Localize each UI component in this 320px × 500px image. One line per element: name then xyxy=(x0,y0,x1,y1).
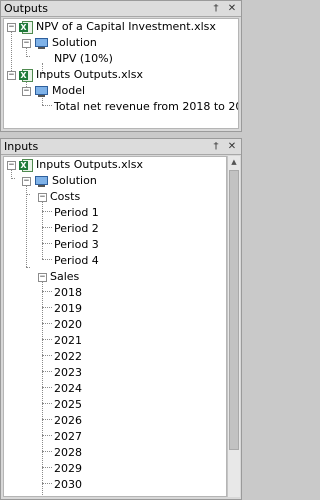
collapse-toggle-icon[interactable]: − xyxy=(38,272,47,282)
outputs-pin-icon[interactable]: † xyxy=(209,2,223,16)
tree-item-period[interactable]: Period 2 xyxy=(54,221,99,237)
tree-file-npv[interactable]: − X NPV of a Capital Investment.xlsx xyxy=(7,19,216,35)
tree-item-year[interactable]: 2023 xyxy=(54,365,82,381)
tree-item-period[interactable]: Period 1 xyxy=(54,205,99,221)
excel-file-icon: X xyxy=(19,68,33,82)
tree-item-period[interactable]: Period 4 xyxy=(54,253,99,269)
scroll-up-icon[interactable]: ▲ xyxy=(228,156,240,168)
inputs-pin-icon[interactable]: † xyxy=(209,140,223,154)
tree-file-inputs-outputs[interactable]: − X Inputs Outputs.xlsx xyxy=(7,157,143,173)
tree-item-npv[interactable]: NPV (10%) xyxy=(54,51,113,67)
inputs-tree: − X Inputs Outputs.xlsx − Solution − Cos… xyxy=(3,156,227,497)
collapse-toggle-icon[interactable]: − xyxy=(38,192,47,202)
collapse-toggle-icon[interactable]: − xyxy=(7,70,16,80)
tree-group-sales[interactable]: − Sales xyxy=(38,269,79,285)
tree-group-costs[interactable]: − Costs xyxy=(38,189,80,205)
scroll-thumb[interactable] xyxy=(229,170,239,450)
monitor-icon xyxy=(34,85,49,98)
tree-item-period[interactable]: Period 3 xyxy=(54,237,99,253)
tree-item-year[interactable]: 2025 xyxy=(54,397,82,413)
tree-item-year[interactable]: 2031 xyxy=(54,493,82,496)
collapse-toggle-icon[interactable]: − xyxy=(7,160,16,170)
tree-item-year[interactable]: 2021 xyxy=(54,333,82,349)
tree-group-model[interactable]: − Model xyxy=(22,83,85,99)
monitor-icon xyxy=(34,175,49,188)
excel-file-icon: X xyxy=(19,158,33,172)
inputs-pane: Inputs † ✕ − X Inputs Outputs.xlsx − Sol… xyxy=(0,138,242,500)
tree-item-year[interactable]: 2027 xyxy=(54,429,82,445)
outputs-tree: − X NPV of a Capital Investment.xlsx − S… xyxy=(3,18,239,129)
tree-item-year[interactable]: 2020 xyxy=(54,317,82,333)
outputs-pane: Outputs † ✕ − X NPV of a Capital Investm… xyxy=(0,0,242,132)
inputs-header: Inputs † ✕ xyxy=(1,139,241,155)
tree-item-year[interactable]: 2026 xyxy=(54,413,82,429)
outputs-title: Outputs xyxy=(4,2,48,15)
tree-file-inputs-outputs[interactable]: − X Inputs Outputs.xlsx xyxy=(7,67,143,83)
tree-item-year[interactable]: 2019 xyxy=(54,301,82,317)
tree-group-solution[interactable]: − Solution xyxy=(22,35,97,51)
outputs-header: Outputs † ✕ xyxy=(1,1,241,17)
outputs-close-icon[interactable]: ✕ xyxy=(225,2,239,16)
tree-group-solution[interactable]: − Solution xyxy=(22,173,97,189)
collapse-toggle-icon[interactable]: − xyxy=(22,176,31,186)
monitor-icon xyxy=(34,37,49,50)
inputs-title: Inputs xyxy=(4,140,39,153)
collapse-toggle-icon[interactable]: − xyxy=(22,86,31,96)
tree-item-year[interactable]: 2022 xyxy=(54,349,82,365)
tree-item-year[interactable]: 2030 xyxy=(54,477,82,493)
inputs-close-icon[interactable]: ✕ xyxy=(225,140,239,154)
inputs-scrollbar[interactable]: ▲ xyxy=(227,156,240,497)
collapse-toggle-icon[interactable]: − xyxy=(7,22,16,32)
tree-item-year[interactable]: 2028 xyxy=(54,445,82,461)
tree-item-total-net-revenue[interactable]: Total net revenue from 2018 to 2033 xyxy=(54,99,238,115)
tree-item-year[interactable]: 2018 xyxy=(54,285,82,301)
collapse-toggle-icon[interactable]: − xyxy=(22,38,31,48)
tree-item-year[interactable]: 2029 xyxy=(54,461,82,477)
tree-item-year[interactable]: 2024 xyxy=(54,381,82,397)
excel-file-icon: X xyxy=(19,20,33,34)
